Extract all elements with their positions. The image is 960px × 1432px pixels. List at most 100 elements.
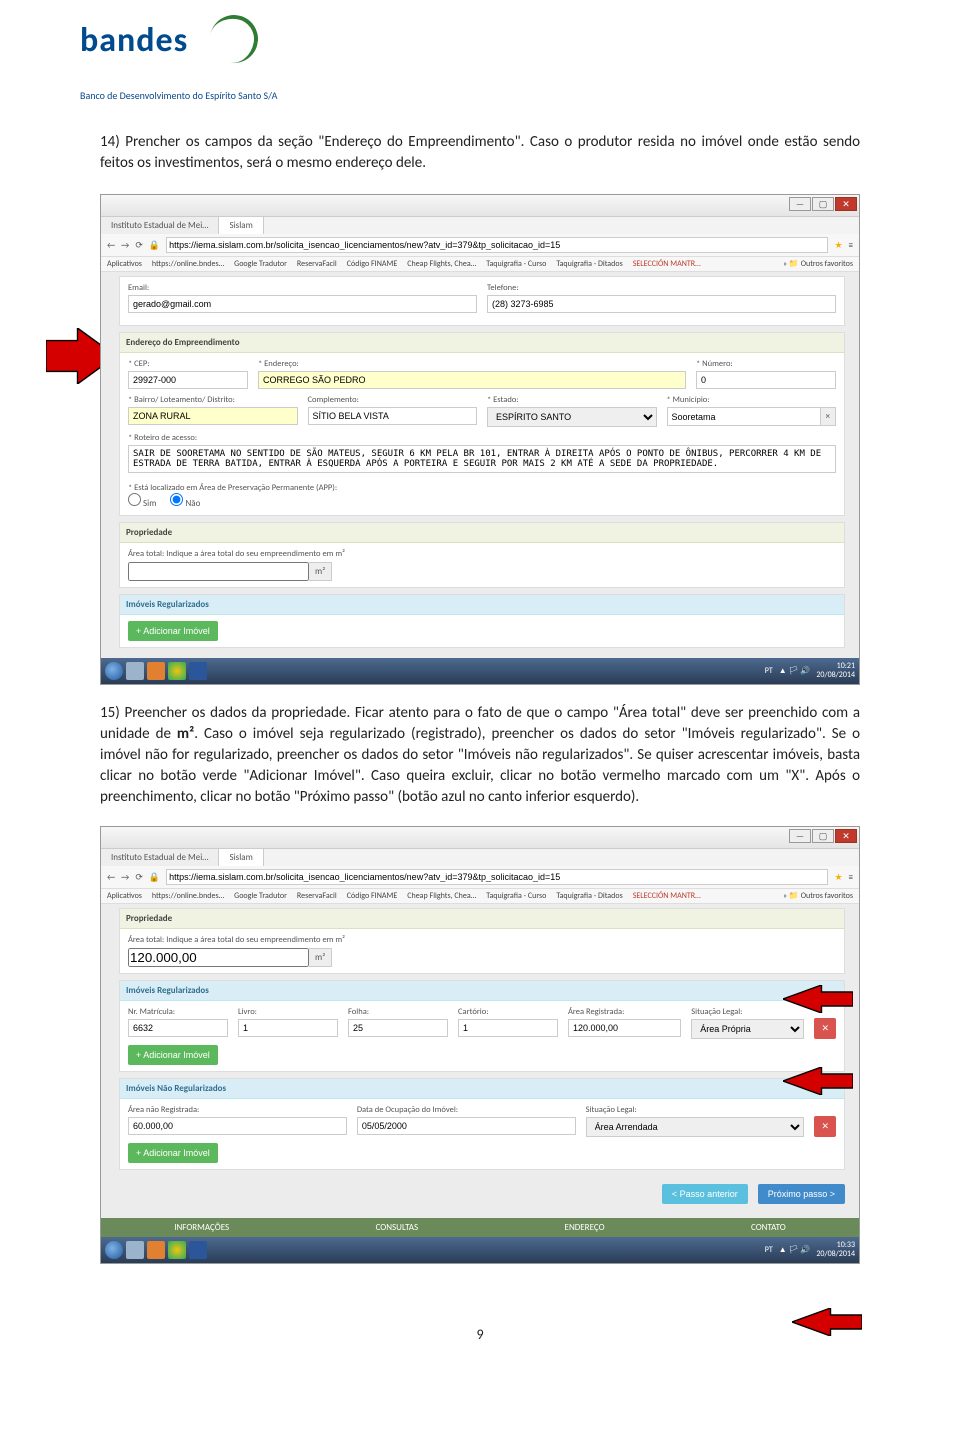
outlook-icon[interactable] xyxy=(147,1241,165,1259)
start-orb-icon[interactable] xyxy=(105,662,123,680)
bookmark-item[interactable]: Cheap Flights, Chea… xyxy=(407,891,476,901)
bookmark-item[interactable]: https://online.bndes… xyxy=(152,259,224,269)
close-button[interactable]: ✕ xyxy=(835,829,857,843)
area-total-field[interactable] xyxy=(128,948,309,967)
bookmark-item[interactable]: Código FINAME xyxy=(347,891,398,901)
browser-tab[interactable]: Instituto Estadual de Mei… xyxy=(101,217,219,234)
chrome-icon[interactable] xyxy=(168,1241,186,1259)
cep-field[interactable] xyxy=(128,371,248,389)
max-button[interactable]: ▢ xyxy=(812,829,834,843)
panel-header-propriedade: Propriedade xyxy=(120,523,844,543)
bookmark-item[interactable]: ReservaFacil xyxy=(297,891,337,901)
tray-icons[interactable]: ▲ 🏳 🔊 xyxy=(779,1245,811,1255)
endereco-field[interactable] xyxy=(258,371,686,389)
bookmark-item[interactable]: Taquigrafia - Ditados xyxy=(556,891,622,901)
other-favorites[interactable]: Outros favoritos xyxy=(801,259,853,269)
other-favorites[interactable]: Outros favoritos xyxy=(801,891,853,901)
browser-tab[interactable]: Instituto Estadual de Mei… xyxy=(101,849,219,866)
unit-m2: m² xyxy=(309,562,332,581)
outlook-icon[interactable] xyxy=(147,662,165,680)
chrome-icon[interactable] xyxy=(168,662,186,680)
telefone-label: Telefone: xyxy=(487,283,836,293)
clear-icon[interactable]: × xyxy=(821,407,836,426)
nav-fwd-icon[interactable]: → xyxy=(121,240,129,251)
folha-field[interactable] xyxy=(348,1019,448,1037)
area-total-field[interactable] xyxy=(128,562,309,581)
delete-row-button[interactable]: ✕ xyxy=(814,1116,836,1137)
add-imovel-nreg-button[interactable]: Adicionar Imóvel xyxy=(128,1143,218,1163)
telefone-field[interactable] xyxy=(487,295,836,313)
menu-icon[interactable]: ≡ xyxy=(849,872,853,883)
bookmark-item[interactable]: Taquigrafia - Curso xyxy=(486,891,546,901)
add-imovel-button[interactable]: Adicionar Imóvel xyxy=(128,621,218,641)
area-reg-field[interactable] xyxy=(568,1019,681,1037)
reload-icon[interactable]: ⟳ xyxy=(135,872,143,883)
reload-icon[interactable]: ⟳ xyxy=(135,240,143,251)
panel-header-propriedade: Propriedade xyxy=(120,909,844,929)
lang-indicator[interactable]: PT xyxy=(765,666,773,676)
prev-step-button[interactable]: < Passo anterior xyxy=(662,1184,748,1204)
taskbar: PT ▲ 🏳 🔊 10:21 20/08/2014 xyxy=(101,658,859,684)
add-imovel-reg-button[interactable]: Adicionar Imóvel xyxy=(128,1045,218,1065)
star-icon[interactable]: ★ xyxy=(834,872,842,883)
situacao2-select[interactable]: Área Arrendada xyxy=(586,1117,805,1137)
cartorio-field[interactable] xyxy=(458,1019,558,1037)
bookmark-item[interactable]: Taquigrafia - Ditados xyxy=(556,259,622,269)
nav-back-icon[interactable]: ← xyxy=(107,872,115,883)
star-icon[interactable]: ★ xyxy=(834,240,842,251)
email-field[interactable] xyxy=(128,295,477,313)
bookmark-item[interactable]: Cheap Flights, Chea… xyxy=(407,259,476,269)
delete-row-button[interactable]: ✕ xyxy=(814,1018,836,1039)
livro-label: Livro: xyxy=(238,1007,338,1017)
browser-tab-active[interactable]: Sislam xyxy=(219,849,263,866)
livro-field[interactable] xyxy=(238,1019,338,1037)
lang-indicator[interactable]: PT xyxy=(765,1245,773,1255)
municipio-field[interactable] xyxy=(667,407,821,426)
cep-label: * CEP: xyxy=(128,359,248,369)
bookmark-item[interactable]: ReservaFacil xyxy=(297,259,337,269)
bookmark-item[interactable]: Google Tradutor xyxy=(234,259,287,269)
lock-icon: 🔒 xyxy=(149,872,160,883)
bookmark-item[interactable]: Google Tradutor xyxy=(234,891,287,901)
nr-matricula-field[interactable] xyxy=(128,1019,228,1037)
bookmark-item[interactable]: Taquigrafia - Curso xyxy=(486,259,546,269)
bookmark-item[interactable]: Aplicativos xyxy=(107,891,142,901)
explorer-icon[interactable] xyxy=(126,662,144,680)
footer-endereco: ENDEREÇO xyxy=(565,1222,605,1233)
area-reg-label: Área Registrada: xyxy=(568,1007,681,1017)
browser-tab-active[interactable]: Sislam xyxy=(219,217,263,234)
numero-label: * Número: xyxy=(696,359,836,369)
bookmark-item[interactable]: Código FINAME xyxy=(347,259,398,269)
nav-fwd-icon[interactable]: → xyxy=(121,872,129,883)
menu-icon[interactable]: ≡ xyxy=(849,240,853,251)
explorer-icon[interactable] xyxy=(126,1241,144,1259)
word-icon[interactable] xyxy=(189,1241,207,1259)
numero-field[interactable] xyxy=(696,371,836,389)
min-button[interactable]: — xyxy=(789,197,811,211)
bairro-field[interactable] xyxy=(128,407,298,425)
start-orb-icon[interactable] xyxy=(105,1241,123,1259)
bookmark-item[interactable]: SELECCIÓN MANTR… xyxy=(633,891,701,901)
roteiro-field[interactable]: SAIR DE SOORETAMA NO SENTIDO DE SÃO MATE… xyxy=(128,445,836,473)
data-ocup-label: Data de Ocupação do Imóvel: xyxy=(357,1105,576,1115)
max-button[interactable]: ▢ xyxy=(812,197,834,211)
word-icon[interactable] xyxy=(189,662,207,680)
data-ocup-field[interactable] xyxy=(357,1117,576,1135)
min-button[interactable]: — xyxy=(789,829,811,843)
close-button[interactable]: ✕ xyxy=(835,197,857,211)
nav-back-icon[interactable]: ← xyxy=(107,240,115,251)
address-bar[interactable] xyxy=(166,237,828,253)
complemento-field[interactable] xyxy=(308,407,478,425)
radio-sim[interactable]: Sim xyxy=(128,493,156,509)
area-nreg-field[interactable] xyxy=(128,1117,347,1135)
situacao-select[interactable]: Área Própria xyxy=(691,1019,804,1039)
next-step-button[interactable]: Próximo passo > xyxy=(758,1184,845,1204)
radio-nao[interactable]: Não xyxy=(170,493,200,509)
address-bar[interactable] xyxy=(166,869,828,885)
email-label: Email: xyxy=(128,283,477,293)
tray-icons[interactable]: ▲ 🏳 🔊 xyxy=(779,666,811,676)
bookmark-item[interactable]: SELECCIÓN MANTR… xyxy=(633,259,701,269)
bookmark-item[interactable]: Aplicativos xyxy=(107,259,142,269)
estado-select[interactable]: ESPÍRITO SANTO xyxy=(487,407,657,427)
bookmark-item[interactable]: https://online.bndes… xyxy=(152,891,224,901)
